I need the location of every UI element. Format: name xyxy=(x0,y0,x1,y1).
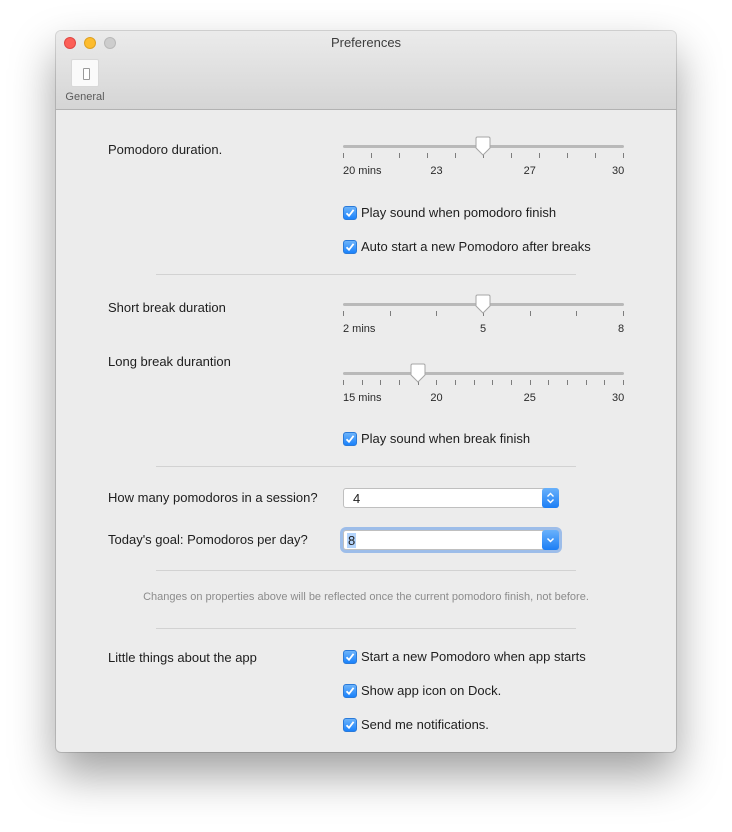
slider-tick xyxy=(436,311,438,316)
separator xyxy=(156,570,576,571)
slider-tick xyxy=(427,153,428,158)
pomodoro-duration-slider[interactable]: 20 mins 23 27 30 xyxy=(343,136,626,190)
slider-tick xyxy=(567,380,568,385)
play-sound-pomodoro-label: Play sound when pomodoro finish xyxy=(361,205,557,220)
auto-start-label: Auto start a new Pomodoro after breaks xyxy=(361,239,591,254)
separator xyxy=(156,466,576,467)
slider-tick-label: 27 xyxy=(523,165,536,177)
slider-tick-label: 23 xyxy=(430,165,443,177)
preferences-window: Preferences General Pomodoro duration. 2… xyxy=(56,31,676,752)
switch-icon xyxy=(71,59,99,87)
short-break-slider[interactable]: 2 mins 5 8 xyxy=(343,294,626,348)
checkbox-checked-icon xyxy=(343,650,357,664)
daily-goal-label: Today's goal: Pomodoros per day? xyxy=(108,532,308,547)
notifications-label: Send me notifications. xyxy=(361,717,489,732)
slider-tick-label: 5 xyxy=(480,323,487,335)
slider-tick xyxy=(371,153,372,158)
slider-tick xyxy=(548,380,550,385)
slider-tick-label: 20 mins xyxy=(343,165,382,177)
long-break-label: Long break durantion xyxy=(108,354,231,369)
slider-tick xyxy=(623,153,624,158)
slider-tick xyxy=(567,153,568,158)
changes-note: Changes on properties above will be refl… xyxy=(143,591,589,603)
checkbox-checked-icon xyxy=(343,206,357,220)
slider-tick xyxy=(389,311,391,316)
slider-tick xyxy=(380,380,382,385)
slider-tick xyxy=(595,153,596,158)
slider-tick xyxy=(399,153,400,158)
slider-tick xyxy=(511,380,512,385)
tab-general[interactable]: General xyxy=(60,57,110,107)
little-things-label: Little things about the app xyxy=(108,650,257,665)
slider-tick xyxy=(399,380,400,385)
slider-tick-label: 30 xyxy=(612,165,625,177)
chevron-down-icon[interactable] xyxy=(542,530,559,550)
checkbox-checked-icon xyxy=(343,432,357,446)
slider-tick xyxy=(576,311,578,316)
short-break-label: Short break duration xyxy=(108,300,226,315)
slider-tick xyxy=(604,380,606,385)
slider-tick xyxy=(473,380,475,385)
slider-tick-label: 8 xyxy=(618,323,625,335)
pomodoro-duration-label: Pomodoro duration. xyxy=(108,142,223,157)
slider-tick xyxy=(623,311,624,316)
slider-tick xyxy=(343,153,344,158)
slider-track[interactable] xyxy=(343,372,624,375)
checkbox-checked-icon xyxy=(343,240,357,254)
up-down-arrows-icon[interactable] xyxy=(542,488,559,508)
checkbox-checked-icon xyxy=(343,718,357,732)
slider-tick-label: 25 xyxy=(523,392,536,404)
play-sound-break-label: Play sound when break finish xyxy=(361,431,531,446)
window-title: Preferences xyxy=(330,35,402,50)
long-break-slider[interactable]: 15 mins 20 25 30 xyxy=(343,363,626,417)
slider-knob[interactable] xyxy=(474,294,492,314)
pomodoros-session-stepper[interactable]: 4 xyxy=(343,488,559,508)
slider-tick xyxy=(529,380,531,385)
slider-tick xyxy=(455,380,456,385)
slider-tick xyxy=(539,153,540,158)
slider-tick-label: 15 mins xyxy=(343,392,382,404)
tab-general-label: General xyxy=(65,91,105,103)
slider-tick xyxy=(492,380,494,385)
preferences-content: Pomodoro duration. 20 mins 23 27 30 Play so… xyxy=(56,110,676,752)
slider-tick xyxy=(585,380,587,385)
slider-tick xyxy=(361,380,363,385)
pomodoros-session-label: How many pomodoros in a session? xyxy=(108,490,318,505)
slider-tick-label: 2 mins xyxy=(343,323,376,335)
title-bar[interactable]: Preferences General xyxy=(56,31,676,110)
daily-goal-combobox[interactable]: 8 xyxy=(343,530,559,550)
start-on-launch-label: Start a new Pomodoro when app starts xyxy=(361,649,586,664)
slider-tick xyxy=(343,380,344,385)
slider-knob[interactable] xyxy=(409,363,427,383)
checkbox-checked-icon xyxy=(343,684,357,698)
slider-tick xyxy=(511,153,512,158)
separator xyxy=(156,628,576,629)
slider-tick xyxy=(343,311,344,316)
slider-knob[interactable] xyxy=(474,136,492,156)
slider-tick xyxy=(436,380,438,385)
daily-goal-value[interactable]: 8 xyxy=(347,533,357,548)
slider-tick-label: 20 xyxy=(430,392,443,404)
separator xyxy=(156,274,576,275)
dock-icon-label: Show app icon on Dock. xyxy=(361,683,502,698)
slider-tick xyxy=(529,311,531,316)
slider-tick xyxy=(623,380,624,385)
slider-tick-label: 30 xyxy=(612,392,625,404)
pomodoros-session-value[interactable]: 4 xyxy=(353,491,360,506)
slider-tick xyxy=(455,153,456,158)
